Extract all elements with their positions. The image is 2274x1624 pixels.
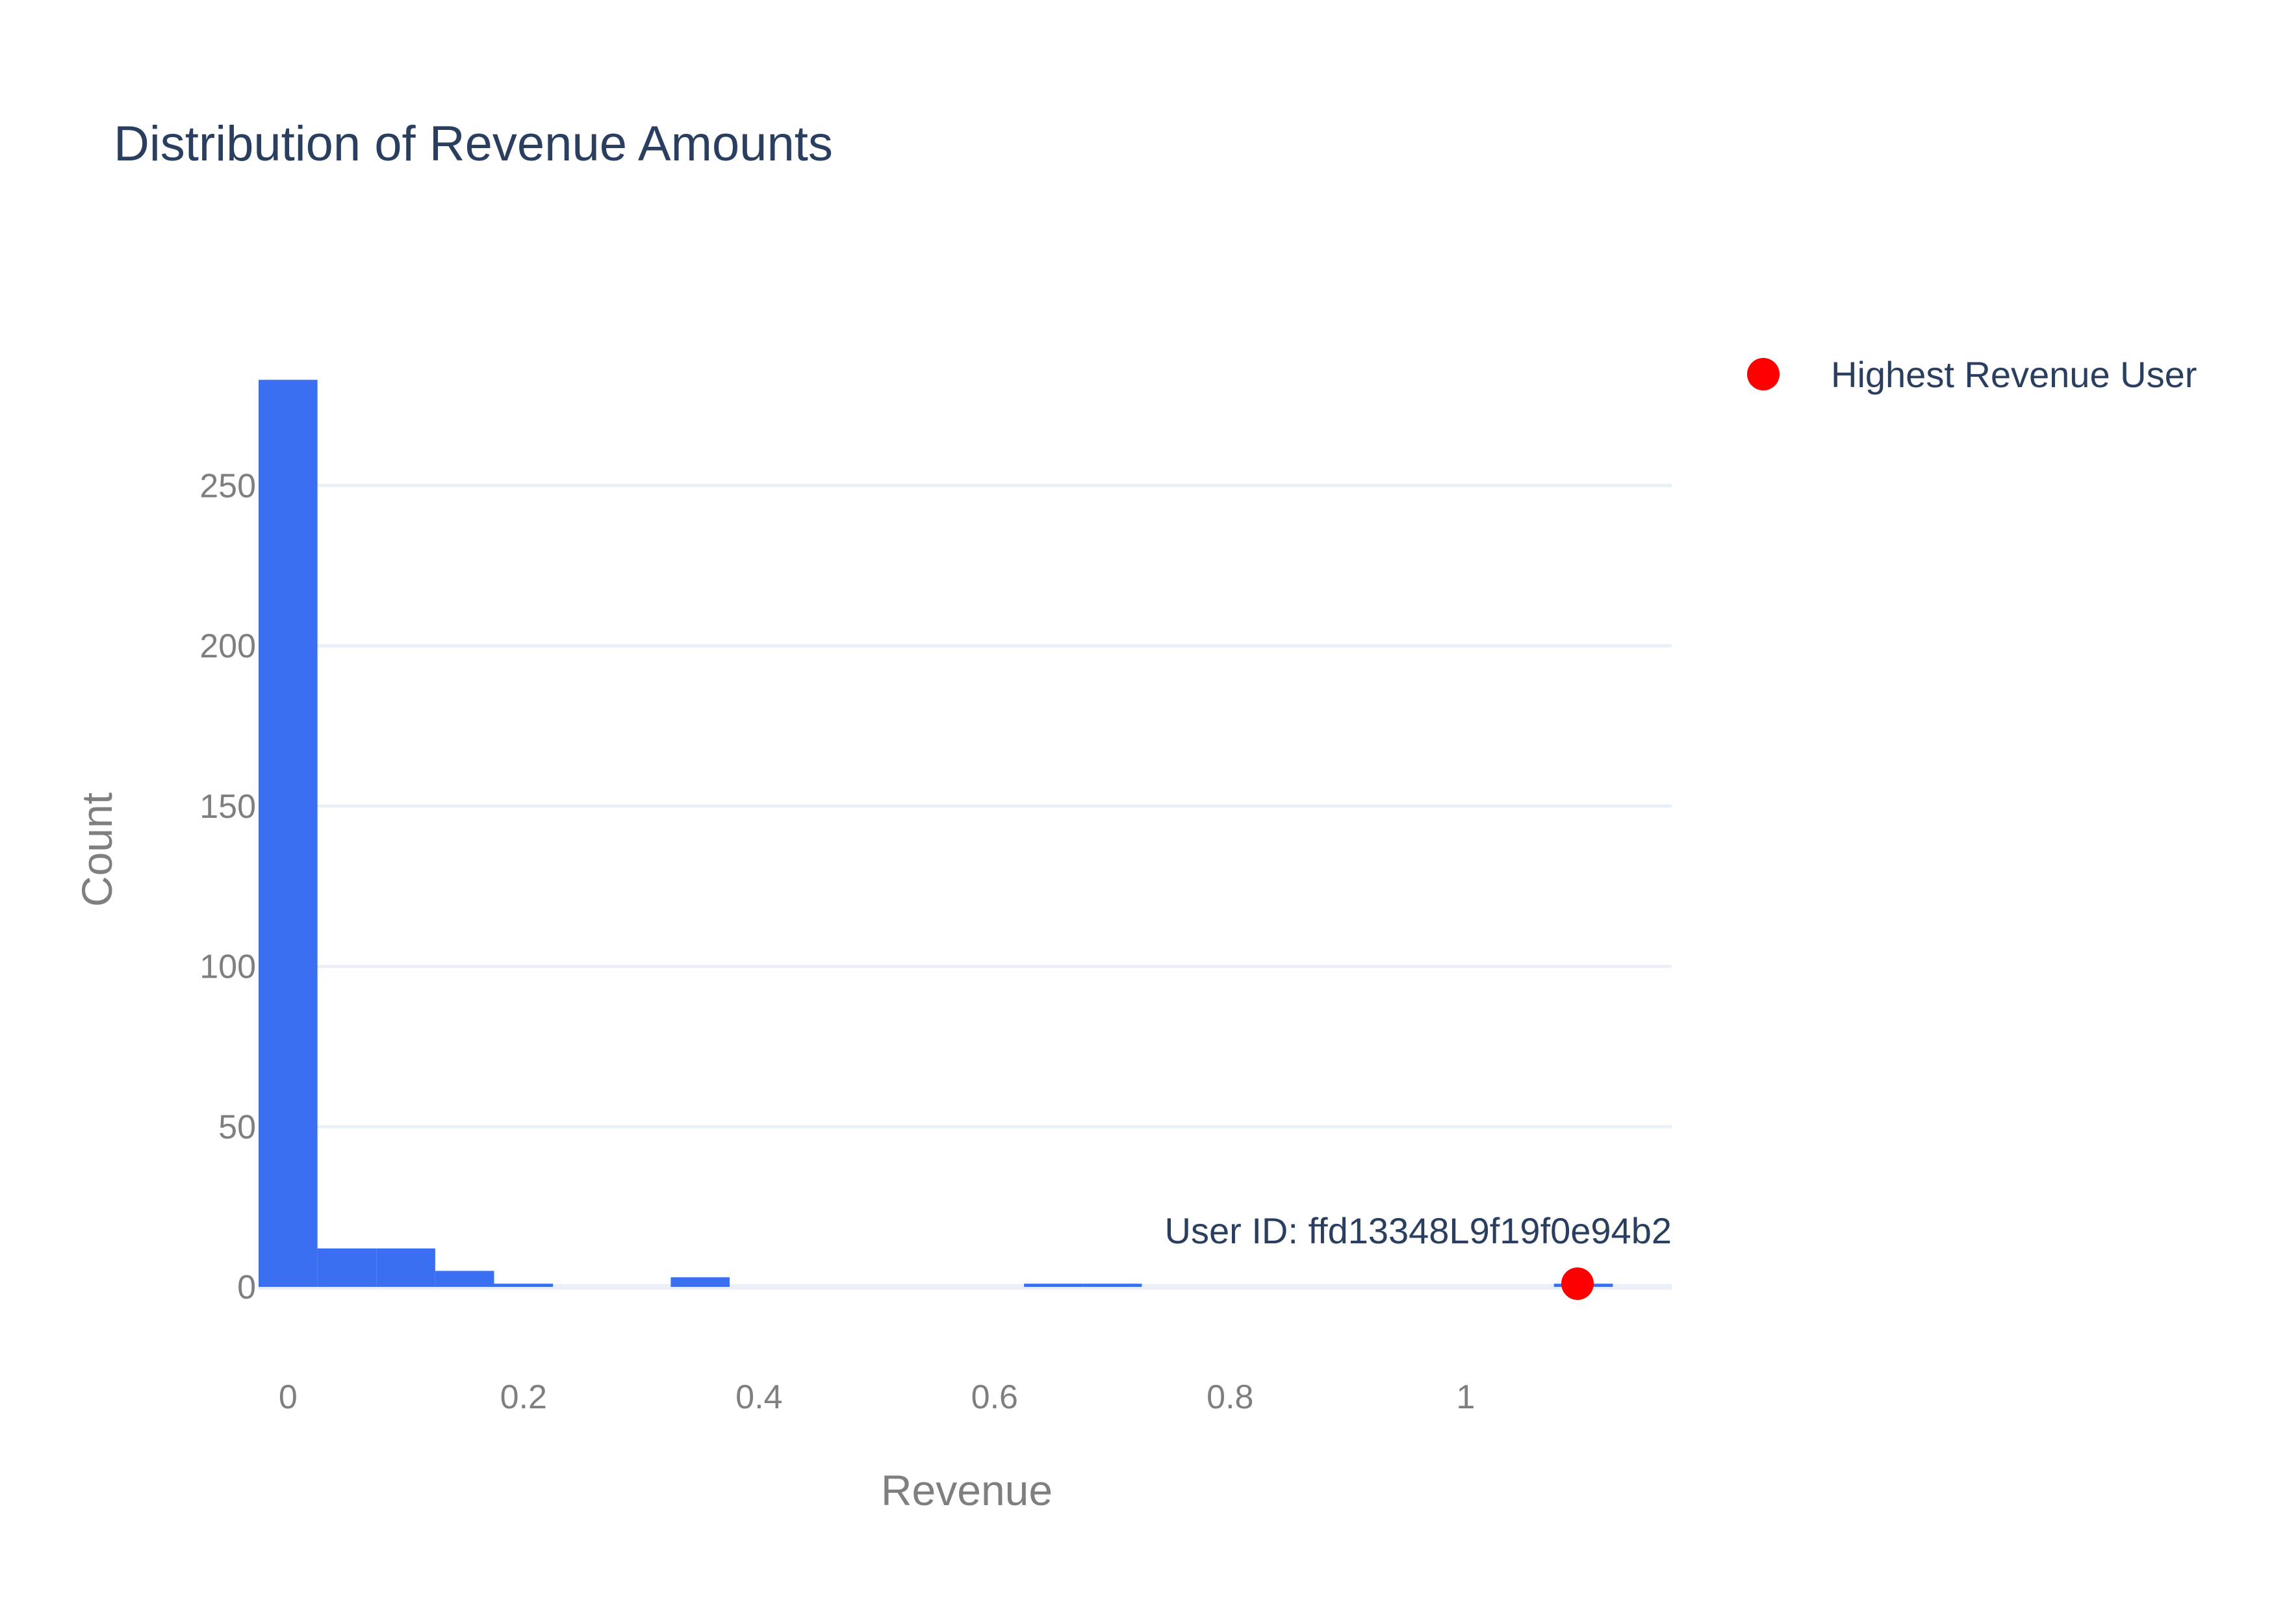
highlight-marker [1561,1267,1594,1300]
highlight-annotation: User ID: ffd13348L9f19f0e94b2 [1165,1210,1672,1251]
histogram-bar-5[interactable] [671,1277,730,1288]
histogram-bar-2[interactable] [376,1248,435,1288]
x-tick-label-5: 1 [1456,1378,1475,1416]
x-tick-label-4: 0.8 [1207,1378,1253,1416]
highlight-point[interactable] [1561,1267,1594,1300]
gridlines [259,484,1672,1290]
histogram-bar-6[interactable] [1024,1284,1083,1288]
histogram-bar-4[interactable] [494,1284,554,1288]
y-tick-label-1: 50 [218,1108,256,1146]
y-tick-label-5: 250 [199,468,256,505]
histogram-bars [259,379,1613,1288]
histogram-bar-3[interactable] [435,1271,494,1288]
legend[interactable]: Highest Revenue User [1747,354,2197,395]
x-tick-label-2: 0.4 [735,1378,782,1416]
x-tick-label-0: 0 [279,1378,298,1416]
x-axis-title: Revenue [881,1466,1053,1514]
chart-title: Distribution of Revenue Amounts [114,116,833,171]
histogram-bar-7[interactable] [1082,1284,1142,1288]
y-axis-ticks: 0 50 100 150 200 250 [199,468,256,1307]
x-tick-label-1: 0.2 [500,1378,547,1416]
legend-marker-icon [1747,358,1780,390]
histogram-bar-0[interactable] [259,379,318,1288]
x-tick-label-3: 0.6 [971,1378,1018,1416]
histogram-bar-1[interactable] [317,1248,377,1288]
y-tick-label-0: 0 [237,1269,256,1306]
y-axis-title: Count [73,793,121,907]
y-tick-label-4: 200 [199,628,256,665]
chart: Distribution of Revenue Amounts 0 50 100 15… [73,116,2197,1514]
x-axis-ticks: 0 0.2 0.4 0.6 0.8 1 [279,1378,1475,1416]
y-tick-label-2: 100 [199,948,256,986]
legend-label: Highest Revenue User [1831,354,2197,395]
y-tick-label-3: 150 [199,788,256,826]
